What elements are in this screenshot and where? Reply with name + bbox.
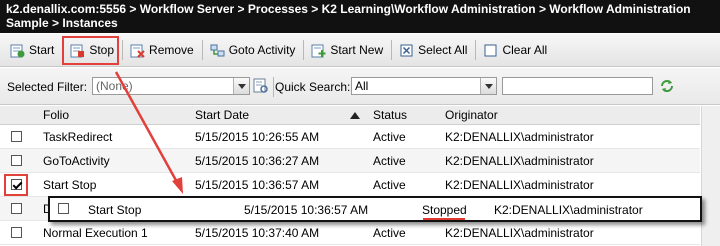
callout-start-date: 5/15/2015 10:36:57 AM [244,203,369,217]
table-row[interactable]: Start Stop 5/15/2015 10:36:57 AM Active … [0,173,700,197]
vertical-scrollbar[interactable] [701,106,720,246]
quick-search-input[interactable] [502,77,653,95]
column-header-status[interactable]: Status [373,108,407,122]
selected-filter-dropdown[interactable]: (None) [92,77,250,95]
goto-activity-button[interactable]: Goto Activity [206,39,300,61]
remove-label: Remove [149,43,194,57]
filter-separator [273,77,274,97]
toolbar-separator [475,40,477,60]
status-underline [423,218,465,220]
originator-cell: K2:DENALLIX\administrator [445,226,594,240]
chevron-down-icon[interactable] [233,78,249,94]
breadcrumb-line-2: Sample > Instances [6,16,118,30]
select-all-label: Select All [418,43,468,57]
start-icon [10,43,25,58]
column-header-start-date[interactable]: Start Date [195,108,249,122]
grid-header: Folio Start Date Status Originator [0,106,700,125]
column-header-folio[interactable]: Folio [43,108,69,122]
start-date-cell: 5/15/2015 10:36:57 AM [195,178,320,192]
status-cell: Active [373,178,406,192]
status-cell: Active [373,154,406,168]
column-header-originator[interactable]: Originator [445,108,498,122]
goto-activity-icon [210,43,225,58]
stop-button-highlight [62,36,119,65]
callout-originator: K2:DENALLIX\administrator [494,203,643,217]
sort-ascending-icon [350,112,360,119]
quick-search-value: All [355,79,369,93]
row-checkbox[interactable] [11,203,22,214]
start-label: Start [29,43,55,57]
start-new-label: Start New [330,43,384,57]
edit-filter-icon[interactable] [253,78,268,93]
toolbar-separator [391,40,393,60]
start-new-button[interactable]: Start New [307,39,387,61]
toolbar-separator [122,40,124,60]
status-cell: Active [373,130,406,144]
clear-all-icon [483,43,498,58]
select-all-button[interactable]: Select All [395,39,471,61]
start-button[interactable]: Start [6,39,58,61]
remove-icon [130,43,145,58]
refresh-icon[interactable] [659,78,675,94]
selected-filter-value: (None) [96,79,133,93]
filter-bar: Selected Filter: (None) Quick Search: Al… [0,68,720,105]
table-row[interactable]: TaskRedirect 5/15/2015 10:26:55 AM Activ… [0,125,700,149]
chevron-down-icon[interactable] [480,78,496,94]
table-row[interactable]: GoToActivity 5/15/2015 10:36:27 AM Activ… [0,149,700,173]
result-callout: Start Stop 5/15/2015 10:36:57 AM Stopped… [48,196,702,222]
breadcrumb: k2.denallix.com:5556 > Workflow Server >… [0,0,720,33]
status-cell: Active [373,226,406,240]
originator-cell: K2:DENALLIX\administrator [445,178,594,192]
table-row[interactable]: Normal Execution 1 5/15/2015 10:37:40 AM… [0,221,700,245]
row-checkbox[interactable] [11,131,22,142]
quick-search-dropdown[interactable]: All [351,77,497,95]
clear-all-label: Clear All [502,43,548,57]
clear-all-button[interactable]: Clear All [479,39,551,61]
select-all-icon [399,43,414,58]
checkbox-highlight [4,174,28,196]
folio-cell: Normal Execution 1 [43,226,148,240]
start-date-cell: 5/15/2015 10:26:55 AM [195,130,320,144]
start-date-cell: 5/15/2015 10:37:40 AM [195,226,320,240]
folio-cell: GoToActivity [43,154,110,168]
originator-cell: K2:DENALLIX\administrator [445,130,594,144]
folio-cell: Start Stop [43,178,97,192]
toolbar-separator [201,40,203,60]
callout-folio: Start Stop [88,203,142,217]
selected-filter-label: Selected Filter: [7,80,88,94]
folio-cell: TaskRedirect [43,130,113,144]
callout-status: Stopped [422,203,467,217]
start-new-icon [311,43,326,58]
remove-button[interactable]: Remove [126,39,198,61]
row-checkbox[interactable] [11,155,22,166]
goto-activity-label: Goto Activity [228,43,296,57]
toolbar-separator [303,40,305,60]
breadcrumb-line-1: k2.denallix.com:5556 > Workflow Server >… [6,2,691,16]
row-checkbox [58,203,69,214]
row-checkbox[interactable] [11,227,22,238]
quick-search-label: Quick Search: [275,80,351,94]
originator-cell: K2:DENALLIX\administrator [445,154,594,168]
start-date-cell: 5/15/2015 10:36:27 AM [195,154,320,168]
